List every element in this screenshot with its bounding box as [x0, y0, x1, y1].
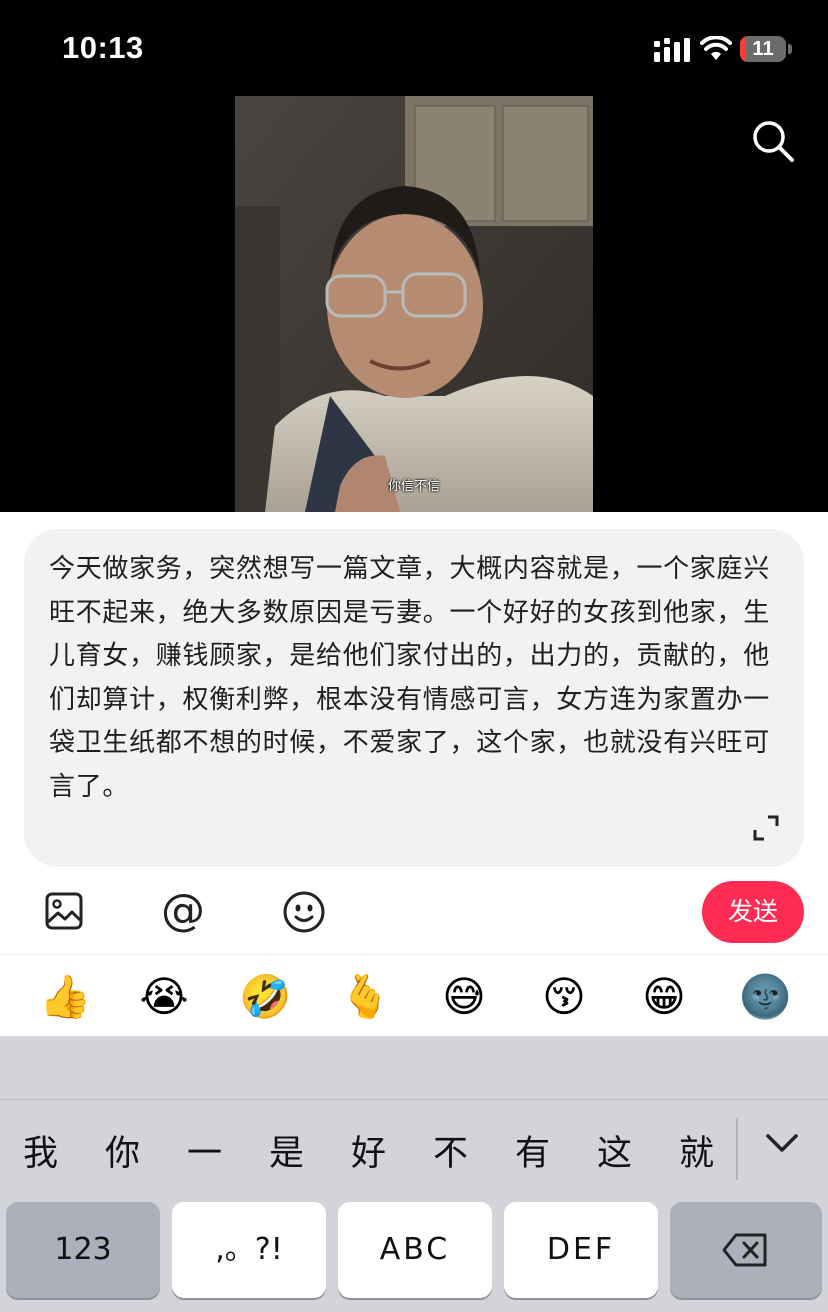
- wifi-icon: [700, 36, 732, 60]
- emoji-kissing[interactable]: 😚: [539, 972, 589, 1022]
- expand-icon[interactable]: [752, 814, 780, 842]
- candidate-word[interactable]: 就: [679, 1132, 714, 1176]
- video-player[interactable]: [235, 96, 593, 512]
- mention-icon[interactable]: @: [160, 888, 206, 934]
- candidate-word[interactable]: 是: [269, 1132, 304, 1176]
- divider: [0, 954, 828, 955]
- search-icon[interactable]: [750, 118, 796, 164]
- candidate-word[interactable]: 有: [515, 1132, 550, 1176]
- image-icon[interactable]: [45, 892, 83, 930]
- chevron-down-icon[interactable]: [764, 1128, 800, 1158]
- candidate-word[interactable]: 这: [597, 1132, 632, 1176]
- candidate-word[interactable]: 我: [23, 1132, 58, 1176]
- emoji-dark-moon[interactable]: 🌚: [739, 972, 791, 1022]
- emoji-grinning[interactable]: 😁: [639, 972, 689, 1022]
- send-button[interactable]: 发送: [702, 881, 804, 943]
- key-numbers[interactable]: 123: [6, 1202, 160, 1298]
- emoji-laughing[interactable]: 🤣: [239, 972, 291, 1022]
- video-subtitle: 你信不信: [387, 479, 440, 494]
- candidate-separator: [736, 1118, 738, 1180]
- candidate-word[interactable]: 不: [433, 1132, 468, 1176]
- battery-level: 11: [752, 38, 774, 60]
- divider: [0, 1099, 828, 1100]
- backspace-icon: [722, 1233, 767, 1267]
- candidate-word[interactable]: 你: [105, 1132, 140, 1176]
- emoji-finger-heart[interactable]: 🫰: [339, 972, 391, 1022]
- cellular-signal-icon: [654, 38, 690, 62]
- emoji-icon[interactable]: [282, 890, 326, 934]
- battery-icon: 11: [740, 36, 794, 64]
- key-punctuation[interactable]: ,。?!: [172, 1202, 326, 1298]
- comment-input-text[interactable]: 今天做家务，突然想写一篇文章，大概内容就是，一个家庭兴旺不起来，绝大多数原因是亏…: [49, 548, 771, 809]
- key-def[interactable]: DEF: [504, 1202, 658, 1298]
- emoji-crying[interactable]: 😭: [139, 972, 189, 1022]
- candidate-word[interactable]: 一: [187, 1132, 222, 1176]
- emoji-sweat-smile[interactable]: 😅: [439, 972, 489, 1022]
- status-time: 10:13: [62, 30, 144, 65]
- key-abc[interactable]: ABC: [338, 1202, 492, 1298]
- candidate-word[interactable]: 好: [351, 1132, 386, 1176]
- emoji-thumbs-up[interactable]: 👍: [39, 972, 91, 1022]
